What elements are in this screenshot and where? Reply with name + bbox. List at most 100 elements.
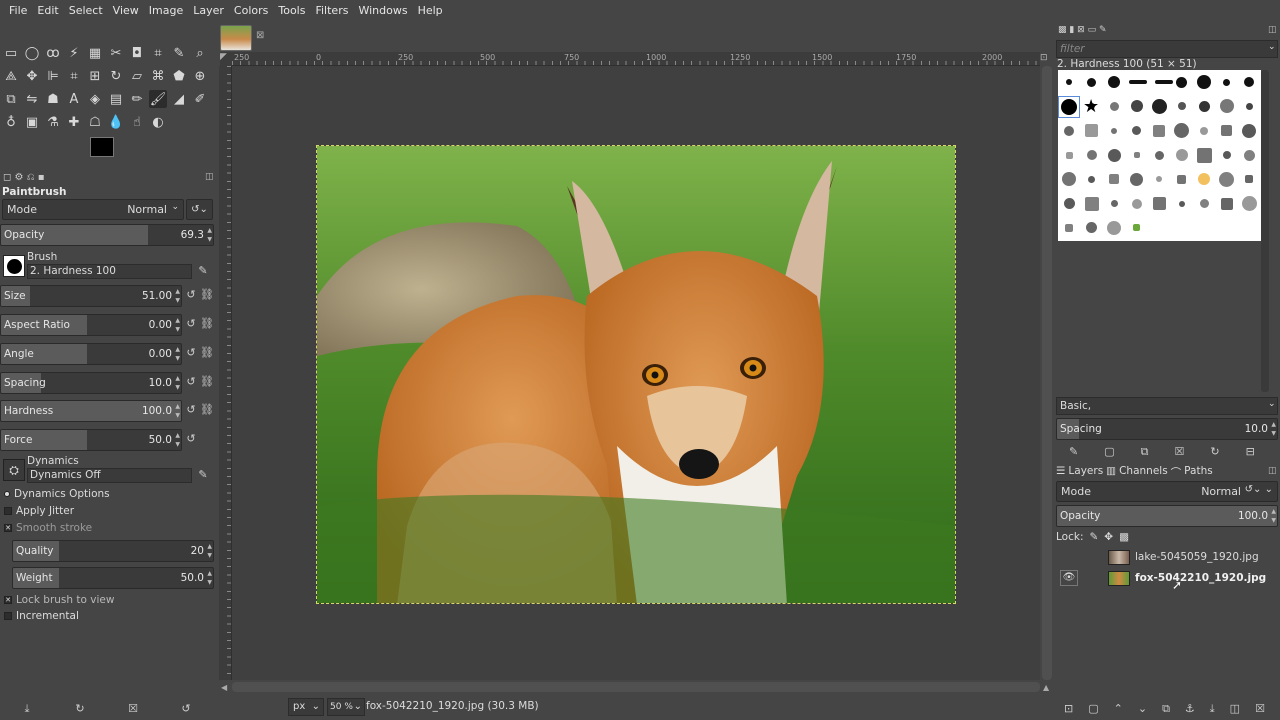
brush-cell[interactable] — [1062, 172, 1077, 187]
fuzzy-select-icon[interactable]: ⚡ — [65, 44, 83, 62]
move-icon[interactable]: ✥ — [23, 67, 41, 85]
brush-cell[interactable] — [1086, 222, 1098, 234]
size-spin[interactable]: Size 51.00 ▲ ▼ — [0, 285, 182, 307]
duplicate-layer-icon[interactable]: ⧉ — [1162, 702, 1170, 716]
dodge-burn-icon[interactable]: ◐ — [149, 113, 167, 131]
brush-cell[interactable] — [1155, 80, 1174, 84]
heal-icon[interactable]: ✚ — [65, 113, 83, 131]
menu-filters[interactable]: Filters — [310, 0, 353, 22]
smooth-stroke-checkbox[interactable]: ✕ Smooth stroke — [4, 522, 92, 534]
menu-file[interactable]: File — [4, 0, 32, 22]
foreground-color-swatch[interactable] — [90, 137, 114, 157]
link-spacing-icon[interactable]: ⛓ — [200, 375, 214, 389]
brush-cell[interactable] — [1087, 77, 1097, 87]
brush-cell[interactable] — [1197, 75, 1212, 90]
menu-layer[interactable]: Layer — [188, 0, 229, 22]
mode-select[interactable]: Mode Normal ⌄ — [2, 199, 184, 220]
brush-cell[interactable] — [1109, 174, 1120, 185]
brush-cell[interactable] — [1107, 220, 1122, 235]
bucket-fill-icon[interactable]: ◈ — [86, 90, 104, 108]
zoom-icon[interactable]: ⌕ — [191, 44, 209, 62]
merge-layer-icon[interactable]: ⤓ — [1210, 702, 1215, 716]
brush-cell[interactable] — [1174, 123, 1190, 139]
unit-select[interactable]: px ⌄ — [288, 698, 324, 716]
raise-layer-icon[interactable]: ⌃ — [1114, 702, 1123, 716]
quality-spin[interactable]: Quality 20 ▲ ▼ — [12, 540, 214, 562]
brush-cell[interactable] — [1156, 176, 1163, 183]
hardness-spin[interactable]: Hardness 100.0 ▲ ▼ — [0, 400, 182, 422]
layer-name[interactable]: lake-5045059_1920.jpg — [1135, 551, 1259, 563]
brush-cell[interactable] — [1219, 99, 1234, 114]
dock-menu-icon[interactable]: ◫ — [205, 172, 214, 182]
edit-dynamics-icon[interactable]: ✎ — [196, 468, 210, 482]
airbrush-icon[interactable]: ✐ — [191, 90, 209, 108]
blur-icon[interactable]: 💧 — [107, 113, 125, 131]
menu-windows[interactable]: Windows — [353, 0, 412, 22]
warp-icon[interactable]: ⌘ — [149, 67, 167, 85]
ellipse-select-icon[interactable]: ◯ — [23, 44, 41, 62]
brush-cell[interactable] — [1132, 126, 1142, 136]
brush-cell[interactable] — [1108, 76, 1121, 89]
scroll-left-icon[interactable]: ◀ — [221, 683, 227, 692]
brush-cell[interactable] — [1085, 124, 1099, 138]
eye-icon[interactable]: 👁 — [1060, 570, 1078, 586]
brush-list-scrollbar[interactable] — [1261, 70, 1269, 392]
brush-preview[interactable] — [3, 255, 25, 277]
lock-alpha-icon[interactable]: ▩ — [1119, 531, 1129, 543]
delete-layer-icon[interactable]: ☒ — [1255, 702, 1265, 716]
eraser-icon[interactable]: ◢ — [170, 90, 188, 108]
layer-mask-icon[interactable]: ◫ — [1230, 702, 1240, 716]
brush-cell[interactable] — [1133, 152, 1140, 159]
text-icon[interactable]: A — [65, 90, 83, 108]
brush-cell[interactable] — [1175, 149, 1188, 162]
brush-cell[interactable] — [1088, 175, 1096, 183]
tool-options-tabs[interactable]: ◻ ⚙ ⎌ ▪ — [3, 172, 45, 183]
link-hardness-icon[interactable]: ⛓ — [200, 403, 214, 417]
tab-paths[interactable]: Paths — [1184, 465, 1213, 480]
lower-layer-icon[interactable]: ⌄ — [1138, 702, 1147, 716]
foreground-select-icon[interactable]: ◘ — [128, 44, 146, 62]
menu-image[interactable]: Image — [144, 0, 188, 22]
lock-brush-checkbox[interactable]: ✕ Lock brush to view — [4, 594, 114, 606]
brush-cell[interactable] — [1153, 124, 1166, 137]
brush-cell[interactable] — [1242, 123, 1257, 138]
brush-cell[interactable] — [1133, 224, 1141, 232]
navigate-icon[interactable]: ⊡ — [1040, 53, 1052, 65]
link-angle-icon[interactable]: ⛓ — [200, 346, 214, 360]
edit-brush-icon[interactable]: ✎ — [196, 264, 210, 278]
aspect-ratio-spin[interactable]: Aspect Ratio 0.00 ▲ ▼ — [0, 314, 182, 336]
reset-force-icon[interactable]: ↺ — [184, 432, 198, 446]
perspective-clone-icon[interactable]: ☖ — [86, 113, 104, 131]
brush-cell[interactable] — [1222, 151, 1231, 160]
crop-icon[interactable]: ⌗ — [65, 67, 83, 85]
brush-cell[interactable] — [1084, 196, 1099, 211]
dynamics-icon[interactable]: ⛭ — [3, 459, 25, 481]
horizontal-scrollbar[interactable] — [232, 682, 1040, 692]
brush-name-field[interactable]: 2. Hardness 100 — [27, 264, 192, 279]
brush-cell[interactable] — [1196, 147, 1212, 163]
brush-cell[interactable] — [1244, 77, 1255, 88]
edit-brush-icon[interactable]: ✎ — [1069, 445, 1078, 459]
link-size-icon[interactable]: ⛓ — [200, 288, 214, 302]
open-brush-folder-icon[interactable]: ⊟ — [1246, 445, 1255, 459]
mode-extra-icon[interactable]: ↺⌄ ⌄ — [1245, 484, 1273, 495]
menu-view[interactable]: View — [108, 0, 144, 22]
rotate-icon[interactable]: ↻ — [107, 67, 125, 85]
brush-cell[interactable] — [1241, 196, 1257, 212]
brush-cell[interactable] — [1063, 198, 1075, 210]
link-aspect-icon[interactable]: ⛓ — [200, 317, 214, 331]
measure-icon[interactable]: ⟁ — [2, 67, 20, 85]
mode-extra-button[interactable]: ↺⌄ — [186, 199, 213, 220]
brush-cell[interactable] — [1107, 148, 1121, 162]
brush-cell[interactable] — [1131, 198, 1142, 209]
scroll-right-icon[interactable]: ▲ — [1043, 683, 1049, 692]
incremental-checkbox[interactable]: Incremental — [4, 610, 79, 622]
brush-cell[interactable] — [1152, 197, 1166, 211]
brush-cell[interactable] — [1177, 174, 1187, 184]
brush-cell[interactable] — [1198, 100, 1210, 112]
brush-cell[interactable] — [1109, 101, 1119, 111]
menu-tools[interactable]: Tools — [273, 0, 310, 22]
brush-cell-selected[interactable] — [1058, 96, 1080, 118]
new-layer-icon[interactable]: ▢ — [1088, 702, 1098, 716]
angle-spin[interactable]: Angle 0.00 ▲ ▼ — [0, 343, 182, 365]
